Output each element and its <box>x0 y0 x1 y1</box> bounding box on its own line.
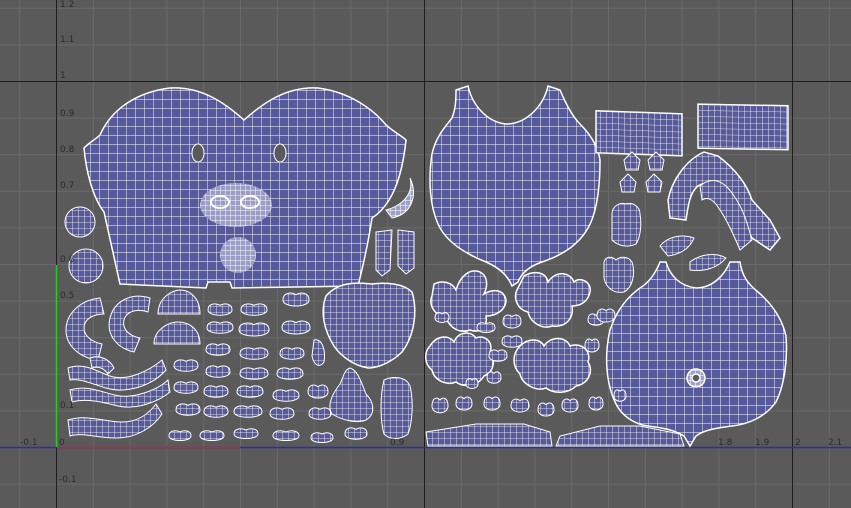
uv-shell-small-body-15[interactable] <box>613 389 627 402</box>
uv-shell-eye-left <box>191 143 205 163</box>
uv-navel-hole <box>691 373 701 383</box>
uv-shell-small-head-1[interactable] <box>207 303 233 316</box>
uv-shell-small-head-4[interactable] <box>206 321 234 334</box>
uv-shell-small-body-4[interactable] <box>596 308 616 323</box>
uv-shell-small-body-17[interactable] <box>465 378 479 389</box>
uv-shell-small-body-13[interactable] <box>561 398 579 413</box>
u-tick-0.9: 0.9 <box>390 438 405 448</box>
uv-shell-small-body-12[interactable] <box>537 402 555 417</box>
uv-shell-foot-piece[interactable] <box>603 256 635 293</box>
uv-shell-small-head-2[interactable] <box>240 303 268 316</box>
uv-shell-small-head-8[interactable] <box>279 347 305 360</box>
v-tick-1.2: 1.2 <box>60 0 74 10</box>
uv-shell-hand-3[interactable] <box>425 332 495 387</box>
uv-shell-small-head-24[interactable] <box>168 430 192 441</box>
uv-shell-small-head-14[interactable] <box>203 385 229 398</box>
uv-shell-small-body-7[interactable] <box>584 338 600 353</box>
v-tick-0.8: 0.8 <box>60 145 75 155</box>
uv-shell-eye-right <box>273 143 287 163</box>
u-tick-minus-0.1: -0.1 <box>20 438 38 448</box>
uv-shell-palm[interactable] <box>611 203 642 247</box>
uv-shell-small-body-11[interactable] <box>510 398 530 413</box>
uv-shell-small-body-14[interactable] <box>588 396 604 411</box>
uv-shell-small-head-12[interactable] <box>276 367 304 380</box>
uv-shell-small-head-20[interactable] <box>233 405 263 418</box>
uv-shell-small-body-0[interactable] <box>434 312 450 323</box>
v-tick-0.5: 0.5 <box>60 291 74 301</box>
uv-shell-small-head-16[interactable] <box>272 389 300 402</box>
u-tick-2: 2 <box>795 438 801 448</box>
uv-shell-small-head-13[interactable] <box>173 381 199 394</box>
uv-shell-small-body-9[interactable] <box>455 396 473 411</box>
uv-shell-small-head-0[interactable] <box>282 292 310 307</box>
u-tick-1.9: 1.9 <box>755 438 770 448</box>
uv-shell-small-body-5[interactable] <box>501 335 523 348</box>
uv-editor-canvas[interactable]: 1.2 1.1 1 0.9 0.8 0.7 0.6 0.5 0.1 0 -0.1… <box>0 0 851 508</box>
v-tick-0: 0 <box>59 438 65 448</box>
uv-shell-small-body-1[interactable] <box>476 322 496 333</box>
v-tick-0.9: 0.9 <box>60 109 75 119</box>
uv-shell-small-head-25[interactable] <box>199 430 225 441</box>
uv-shell-band-1[interactable] <box>595 110 683 157</box>
uv-shell-small-head-22[interactable] <box>308 407 332 420</box>
uv-shell-small-body-6[interactable] <box>488 349 508 362</box>
v-tick-0.7: 0.7 <box>60 181 74 191</box>
uv-shell-small-head-19[interactable] <box>203 405 229 418</box>
uv-shell-small-head-10[interactable] <box>205 365 231 378</box>
u-tick-1.8: 1.8 <box>718 438 733 448</box>
uv-shell-small-head-29[interactable] <box>344 427 368 440</box>
uv-shell-small-body-10[interactable] <box>483 396 501 411</box>
v-tick-0.6: 0.6 <box>60 255 75 265</box>
uv-shell-small-head-15[interactable] <box>236 385 264 398</box>
uv-dense-nose-area <box>200 183 272 227</box>
uv-shell-small-head-9[interactable] <box>173 359 199 372</box>
v-tick-minus-0.1: -0.1 <box>59 475 77 485</box>
uv-dense-mouth-area <box>220 237 256 273</box>
uv-shell-small-head-5[interactable] <box>238 322 270 337</box>
uv-shell-small-head-18[interactable] <box>175 403 201 416</box>
uv-shell-small-body-16[interactable] <box>486 371 502 384</box>
uv-shell-small-head-26[interactable] <box>233 428 259 439</box>
uv-shells-head[interactable] <box>64 87 416 443</box>
v-tick-1.1: 1.1 <box>60 35 74 45</box>
uv-shell-band-2[interactable] <box>697 103 789 151</box>
uv-shell-small-head-21[interactable] <box>269 407 295 420</box>
uv-shell-small-head-7[interactable] <box>239 347 269 360</box>
uv-shell-small-head-3[interactable] <box>281 320 311 335</box>
uv-shell-small-head-27[interactable] <box>272 430 300 441</box>
uv-shell-small-head-6[interactable] <box>205 343 231 356</box>
v-tick-1: 1 <box>60 71 66 81</box>
u-tick-2.1: 2.1 <box>828 438 842 448</box>
uv-shell-small-body-8[interactable] <box>431 397 449 414</box>
uv-shell-small-head-17[interactable] <box>307 384 329 399</box>
uv-shell-tongue[interactable] <box>380 377 413 439</box>
v-tick-0.1: 0.1 <box>60 401 74 411</box>
uv-shell-small-body-2[interactable] <box>502 314 522 329</box>
uv-shell-disc-1[interactable] <box>64 206 96 238</box>
uv-shell-small-head-28[interactable] <box>310 432 334 443</box>
uv-shell-small-head-11[interactable] <box>239 367 269 380</box>
